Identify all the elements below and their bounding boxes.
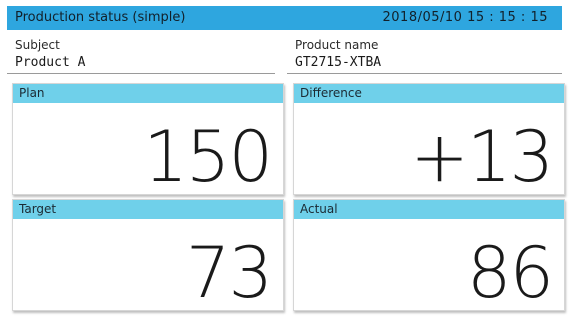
subject-value: Product A: [15, 55, 86, 70]
actual-card: Actual 86: [293, 199, 565, 311]
actual-label: Actual: [294, 200, 564, 219]
actual-value: 86: [466, 232, 554, 314]
title-bar: Production status (simple) 2018/05/10 15…: [7, 6, 562, 30]
plan-card: Plan 150: [12, 83, 284, 195]
target-value: 73: [185, 232, 273, 314]
product-name-field: Product name GT2715-XTBA: [287, 38, 562, 74]
difference-value: +13: [410, 116, 554, 198]
screen-title: Production status (simple): [15, 10, 186, 25]
subject-label: Subject: [15, 38, 60, 52]
target-card: Target 73: [12, 199, 284, 311]
datetime-display: 2018/05/10 15 : 15 : 15: [382, 10, 548, 25]
subject-field: Subject Product A: [7, 38, 275, 74]
difference-card: Difference +13: [293, 83, 565, 195]
product-name-divider: [287, 73, 562, 74]
difference-label: Difference: [294, 84, 564, 103]
product-name-label: Product name: [295, 38, 379, 52]
plan-value: 150: [143, 116, 273, 198]
plan-label: Plan: [13, 84, 283, 103]
product-name-value: GT2715-XTBA: [295, 55, 382, 70]
target-label: Target: [13, 200, 283, 219]
subject-divider: [7, 73, 275, 74]
